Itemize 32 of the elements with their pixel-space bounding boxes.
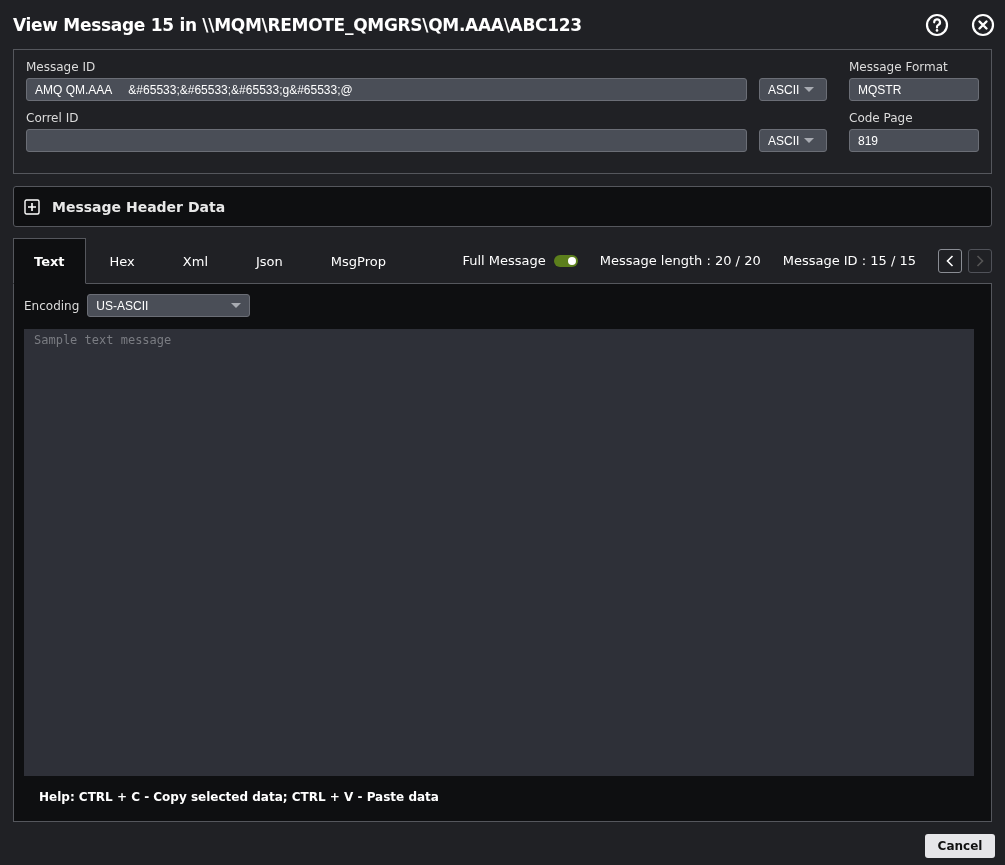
tab[interactable]: MsgProp xyxy=(306,238,410,284)
input-field[interactable] xyxy=(26,129,747,152)
window-title: View Message 15 in \\MQM\REMOTE_QMGRS\QM.AAA\ABC123 xyxy=(13,14,582,35)
input-field[interactable]: MQSTR xyxy=(849,78,979,101)
tab[interactable]: Hex xyxy=(85,238,159,284)
collapsible-section[interactable]: Message Header Data xyxy=(13,186,992,227)
input-field[interactable]: 819 xyxy=(849,129,979,152)
toggle-switch[interactable] xyxy=(553,254,578,267)
message-position: Message ID : 15 / 15 xyxy=(782,253,916,268)
tab[interactable]: Json xyxy=(232,238,307,284)
chevron-left-icon[interactable] xyxy=(946,254,954,267)
encoding-dropdown[interactable]: US-ASCII xyxy=(87,294,251,317)
field-label: Correl ID xyxy=(26,111,80,125)
field-label: Message ID xyxy=(26,60,97,74)
input-field[interactable]: AMQ QM.AAA &#65533;&#65533;&#65533;g&#65533;@ xyxy=(26,78,747,101)
toggle-label: Full Message xyxy=(462,253,546,268)
encoding-dropdown[interactable]: ASCII xyxy=(759,129,827,152)
close-icon[interactable] xyxy=(971,12,995,37)
expand-icon[interactable] xyxy=(24,198,40,215)
help-text: Help: CTRL + C - Copy selected data; CTRL + V - Paste data xyxy=(38,789,440,804)
field-label: Code Page xyxy=(849,111,914,125)
field-label: Message Format xyxy=(849,60,949,74)
section-title: Message Header Data xyxy=(52,198,226,215)
cancel-button[interactable]: Cancel xyxy=(925,834,995,858)
message-length: Message length : 20 / 20 xyxy=(599,253,761,268)
previous-button[interactable] xyxy=(938,248,962,273)
help-icon[interactable] xyxy=(925,12,949,37)
tab[interactable]: Xml xyxy=(158,238,232,284)
message-text-area[interactable]: Sample text message xyxy=(24,329,974,776)
tab[interactable]: Text xyxy=(13,238,86,284)
field-label: Encoding xyxy=(24,298,80,313)
encoding-dropdown[interactable]: ASCII xyxy=(759,78,827,101)
